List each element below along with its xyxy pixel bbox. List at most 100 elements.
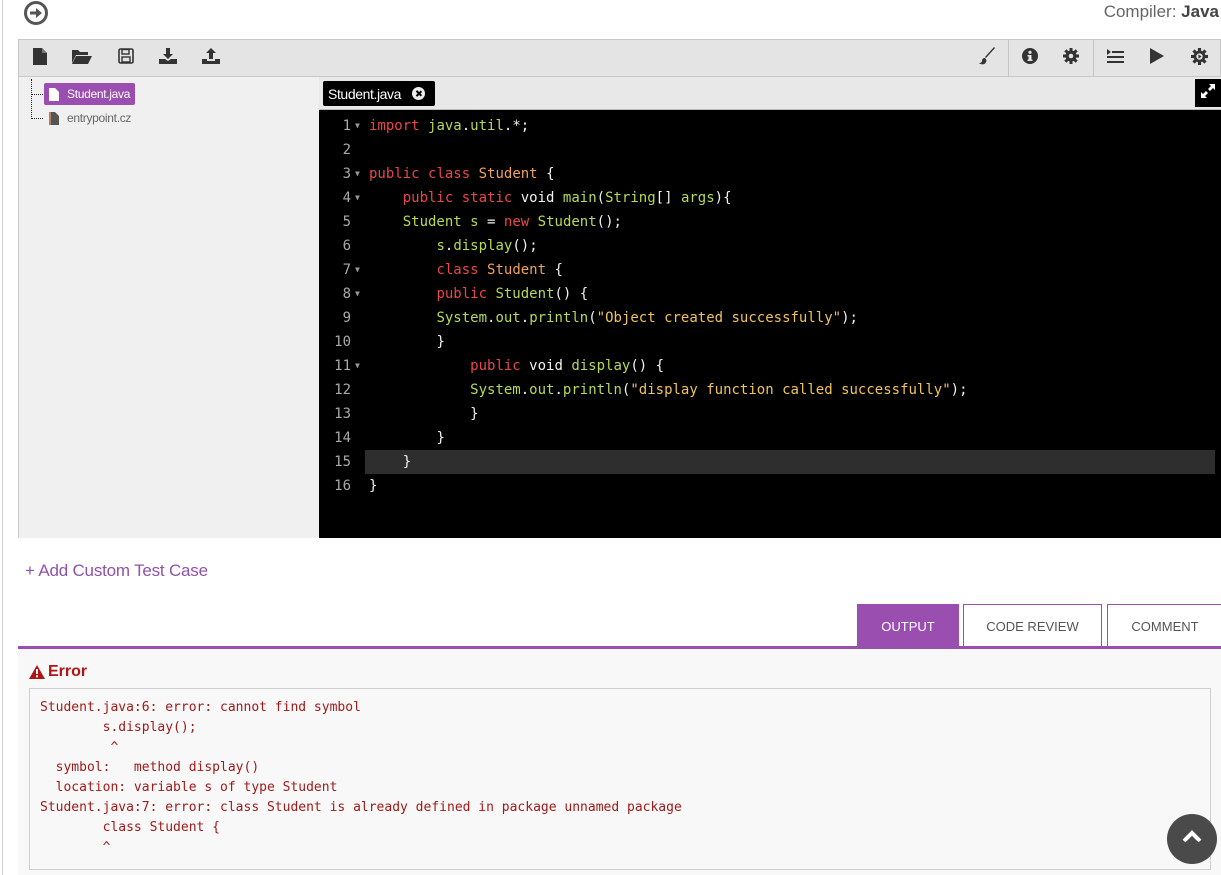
toolbar: [19, 40, 1220, 77]
tab-comment[interactable]: COMMENT: [1107, 604, 1221, 648]
compiler-label: Compiler:: [1103, 2, 1177, 21]
add-custom-test-case-link[interactable]: + Add Custom Test Case: [25, 561, 208, 581]
info-button[interactable]: [1012, 40, 1048, 77]
code-line[interactable]: 8 ▼ public Student() {: [319, 282, 1221, 306]
file-node-active[interactable]: Student.java: [44, 83, 136, 105]
upload-icon: [202, 48, 220, 69]
file-icon: [49, 111, 59, 125]
settings-button[interactable]: [1053, 40, 1089, 77]
expand-icon: [1200, 83, 1216, 104]
code-text: import java.util.*;: [369, 118, 530, 134]
tree-item-entrypoint[interactable]: entrypoint.cz: [31, 107, 136, 129]
debug-gear-icon: [1190, 47, 1208, 70]
code-text: public static void main(String[] args){: [402, 190, 732, 206]
open-folder-button[interactable]: [64, 40, 100, 77]
line-number: 1: [342, 118, 351, 134]
download-icon: [159, 48, 177, 69]
code-line[interactable]: 5 Student s = new Student();: [319, 210, 1221, 234]
compiler-value: Java: [1181, 2, 1219, 21]
fold-arrow-icon[interactable]: ▼: [355, 282, 360, 306]
scroll-to-top-button[interactable]: [1167, 814, 1217, 864]
fold-arrow-icon[interactable]: ▼: [355, 186, 360, 210]
code-text: public void display() {: [470, 358, 665, 374]
code-line[interactable]: 2: [319, 138, 1221, 162]
ide-container: Student.java entrypoint.cz Student.java …: [18, 39, 1221, 538]
editor-tab-student-java[interactable]: Student.java: [323, 81, 436, 106]
warning-icon: [29, 665, 45, 679]
code-editor[interactable]: 1 ▼ import java.util.*; 2 3 ▼ public class Stu…: [319, 110, 1221, 538]
file-tree: Student.java entrypoint.cz: [19, 77, 319, 538]
code-text: public class Student {: [369, 166, 555, 182]
save-button[interactable]: [108, 40, 144, 77]
chevron-up-icon: [1182, 830, 1202, 848]
code-text: }: [436, 334, 445, 350]
file-name: Student.java: [67, 87, 131, 101]
info-icon: [1022, 48, 1038, 69]
tree-connector: [31, 117, 43, 119]
line-number: 6: [342, 238, 351, 254]
editor-tab-bar: Student.java: [319, 77, 1221, 110]
save-icon: [118, 48, 134, 69]
close-icon[interactable]: [412, 87, 426, 100]
file-icon: [49, 87, 59, 101]
tab-code-review[interactable]: CODE REVIEW: [963, 604, 1102, 648]
code-line[interactable]: 15 }: [319, 450, 1221, 474]
code-text: System.out.println("display function cal…: [470, 382, 968, 398]
code-line[interactable]: 4 ▼ public static void main(String[] args…: [319, 186, 1221, 210]
error-heading: Error: [29, 663, 87, 681]
line-number: 16: [334, 478, 351, 494]
download-button[interactable]: [150, 40, 186, 77]
code-text: }: [369, 478, 378, 494]
line-number: 15: [334, 454, 351, 470]
code-line[interactable]: 9 System.out.println("Object created suc…: [319, 306, 1221, 330]
fold-arrow-icon[interactable]: ▼: [355, 258, 360, 282]
code-line[interactable]: 10 }: [319, 330, 1221, 354]
code-text: }: [402, 454, 412, 470]
line-number: 5: [342, 214, 351, 230]
settings-icon: [1063, 48, 1079, 69]
code-line[interactable]: 1 ▼ import java.util.*;: [319, 114, 1221, 138]
fold-arrow-icon[interactable]: ▼: [355, 354, 360, 378]
code-text: public Student() {: [436, 286, 589, 302]
tree-item-student-java[interactable]: Student.java: [31, 83, 136, 105]
line-number: 13: [334, 406, 351, 422]
fold-arrow-icon[interactable]: ▼: [355, 114, 360, 138]
brush-icon: [978, 47, 996, 70]
error-title: Error: [48, 663, 88, 680]
tab-label: Student.java: [328, 85, 402, 102]
code-text: s.display();: [436, 238, 538, 254]
fullscreen-button[interactable]: [1195, 79, 1221, 107]
line-number: 7: [342, 262, 351, 278]
code-line[interactable]: 12 System.out.println("display function …: [319, 378, 1221, 402]
format-code-button[interactable]: [969, 40, 1005, 77]
arrow-circle-right-icon[interactable]: [24, 1, 48, 25]
code-line[interactable]: 3 ▼ public class Student {: [319, 162, 1221, 186]
toolbar-divider: [1093, 40, 1094, 77]
line-number: 3: [342, 166, 351, 182]
file-node[interactable]: entrypoint.cz: [44, 107, 136, 129]
code-line[interactable]: 7 ▼ class Student {: [319, 258, 1221, 282]
new-file-button[interactable]: [22, 40, 58, 77]
active-line-highlight: [365, 450, 1215, 474]
code-line[interactable]: 6 s.display();: [319, 234, 1221, 258]
code-line[interactable]: 16}: [319, 474, 1221, 498]
code-text: }: [470, 406, 479, 422]
code-text: class Student {: [436, 262, 563, 278]
new-file-icon: [33, 47, 47, 70]
code-line[interactable]: 13 }: [319, 402, 1221, 426]
upload-button[interactable]: [193, 40, 229, 77]
error-log: Student.java:6: error: cannot find symbo…: [40, 700, 682, 855]
indent-button[interactable]: [1097, 40, 1133, 77]
file-name: entrypoint.cz: [67, 111, 132, 125]
line-number: 8: [342, 286, 351, 302]
debug-button[interactable]: [1181, 40, 1217, 77]
line-number: 4: [342, 190, 351, 206]
line-number: 9: [342, 310, 351, 326]
tab-output[interactable]: OUTPUT: [857, 604, 959, 648]
line-number: 14: [334, 430, 351, 446]
code-line[interactable]: 14 }: [319, 426, 1221, 450]
code-text: Student s = new Student();: [402, 214, 622, 230]
run-button[interactable]: [1139, 40, 1175, 77]
code-line[interactable]: 11 ▼ public void display() {: [319, 354, 1221, 378]
fold-arrow-icon[interactable]: ▼: [355, 162, 360, 186]
